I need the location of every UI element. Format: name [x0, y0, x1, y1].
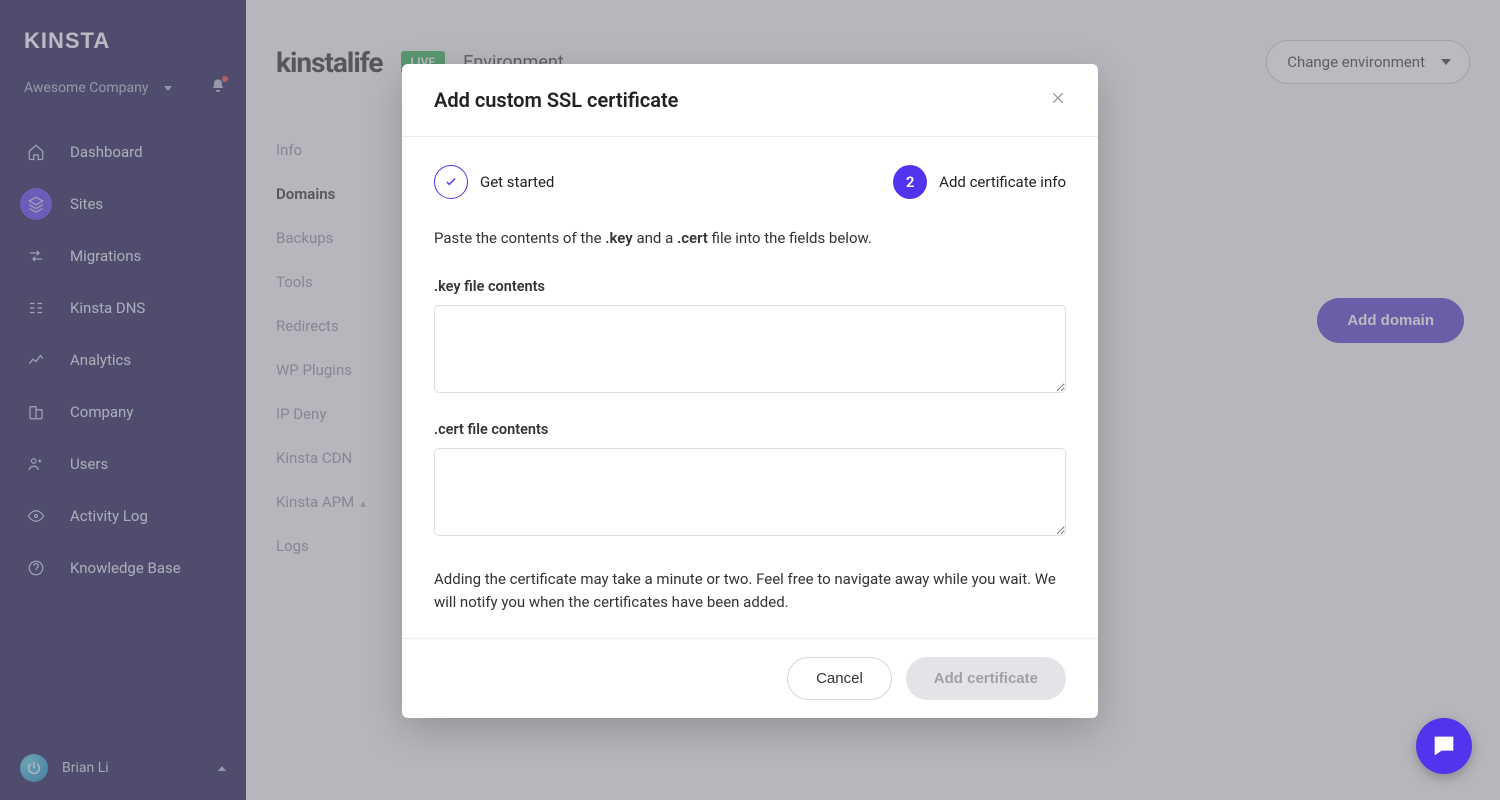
- note-text: Adding the certificate may take a minute…: [434, 568, 1066, 615]
- key-file-input[interactable]: [434, 305, 1066, 393]
- step-number: 2: [893, 165, 927, 199]
- check-icon: [434, 165, 468, 199]
- close-icon[interactable]: [1050, 90, 1066, 110]
- modal-footer: Cancel Add certificate: [402, 638, 1098, 718]
- modal-overlay: Add custom SSL certificate Get started 2…: [0, 0, 1500, 800]
- chat-icon: [1430, 732, 1458, 760]
- instruction-text: Paste the contents of the .key and a .ce…: [434, 227, 1066, 250]
- cert-file-input[interactable]: [434, 448, 1066, 536]
- ssl-modal: Add custom SSL certificate Get started 2…: [402, 64, 1098, 718]
- modal-header: Add custom SSL certificate: [402, 64, 1098, 137]
- modal-title: Add custom SSL certificate: [434, 88, 678, 112]
- add-certificate-button[interactable]: Add certificate: [906, 657, 1066, 700]
- cert-field-label: .cert file contents: [434, 421, 1066, 438]
- steps: Get started 2 Add certificate info: [434, 165, 1066, 199]
- modal-body: Get started 2 Add certificate info Paste…: [402, 137, 1098, 638]
- key-field-label: .key file contents: [434, 278, 1066, 295]
- step-get-started: Get started: [434, 165, 554, 199]
- step-label: Add certificate info: [939, 173, 1066, 191]
- step-add-certificate-info: 2 Add certificate info: [893, 165, 1066, 199]
- cancel-button[interactable]: Cancel: [787, 657, 892, 700]
- chat-fab[interactable]: [1416, 718, 1472, 774]
- step-label: Get started: [480, 173, 554, 191]
